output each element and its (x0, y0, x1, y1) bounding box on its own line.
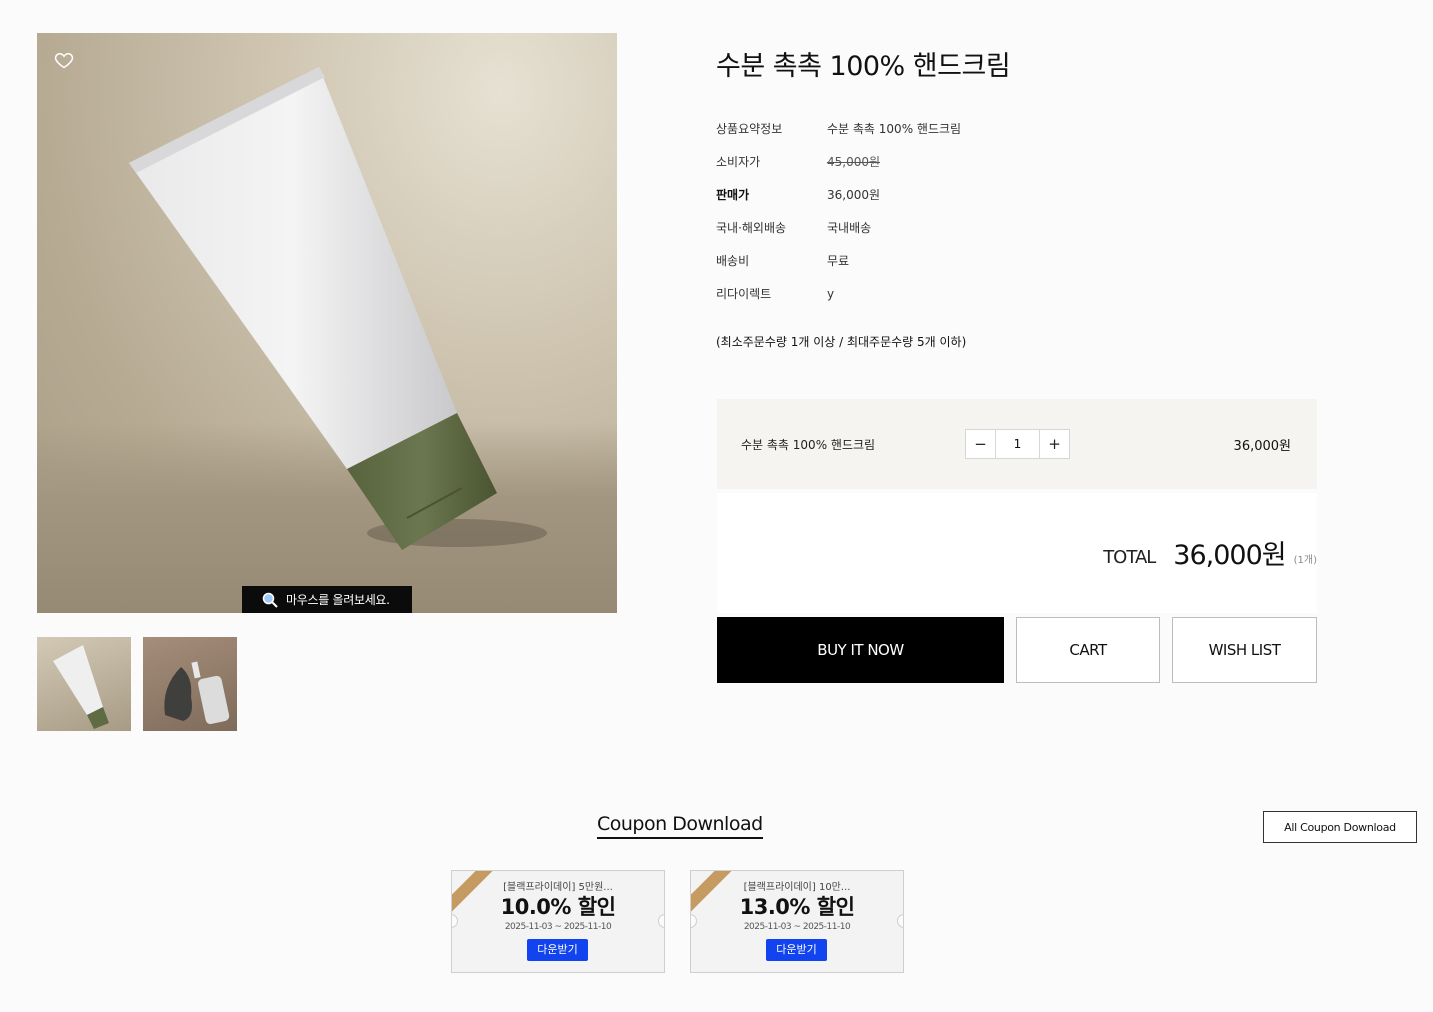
coupon-period: 2025-11-03 ~ 2025-11-10 (504, 922, 612, 932)
product-info-table: 상품요약정보 수분 촉촉 100% 핸드크림 소비자가 45,000원 판매가 … (716, 112, 961, 310)
quantity-plus-button[interactable]: + (1040, 430, 1069, 458)
thumbnail-tube-image (53, 645, 109, 729)
total-label: TOTAL (1103, 547, 1156, 568)
info-value: 무료 (827, 254, 850, 268)
info-row-consumer-price: 소비자가 45,000원 (716, 145, 961, 178)
quantity-input[interactable]: 1 (995, 430, 1040, 458)
coupon-rate: 10.0% 할인 (500, 895, 616, 919)
total-price: TOTAL 36,000원 (1개) (1103, 533, 1317, 572)
info-value: 45,000원 (827, 155, 881, 169)
info-row-sale-price: 판매가 36,000원 (716, 178, 961, 211)
hand-cream-tube-image (129, 67, 547, 550)
info-value: 국내배송 (827, 221, 872, 235)
all-coupon-download-button[interactable]: All Coupon Download (1263, 811, 1417, 843)
info-row-shipping-type: 국내·해외배송 국내배송 (716, 211, 961, 244)
order-limit-note: (최소주문수량 1개 이상 / 최대주문수량 5개 이하) (716, 335, 967, 349)
info-key: 판매가 (716, 188, 750, 202)
cart-button[interactable]: CART (1016, 617, 1160, 683)
wishlist-heart-icon[interactable] (54, 50, 74, 70)
info-row-redirect: 리다이렉트 y (716, 277, 961, 310)
info-key: 리다이렉트 (716, 287, 772, 301)
coupon-download-button[interactable]: 다운받기 (527, 939, 588, 961)
coupon-rate: 13.0% 할인 (739, 895, 855, 919)
main-product-image[interactable]: 마우스를 올려보세요. (37, 33, 617, 613)
option-name: 수분 촉촉 100% 핸드크림 (741, 437, 876, 452)
wish-list-button[interactable]: WISH LIST (1172, 617, 1317, 683)
action-buttons: BUY IT NOW CART WISH LIST (717, 617, 1317, 683)
info-key: 국내·해외배송 (716, 221, 787, 235)
thumbnail-2[interactable] (143, 637, 237, 731)
info-value: 수분 촉촉 100% 핸드크림 (827, 122, 962, 136)
option-price: 36,000원 (1233, 438, 1291, 454)
total-amount: 36,000원 (1173, 540, 1286, 571)
info-key: 소비자가 (716, 155, 761, 169)
info-value: y (827, 286, 835, 301)
info-key: 배송비 (716, 254, 750, 268)
info-row-summary: 상품요약정보 수분 촉촉 100% 핸드크림 (716, 112, 961, 145)
thumbnail-bottle-image (164, 661, 230, 724)
selected-option-box: 수분 촉촉 100% 핸드크림 − 1 + 36,000원 (717, 399, 1317, 489)
coupon-download-button[interactable]: 다운받기 (766, 939, 827, 961)
product-detail-page: 마우스를 올려보세요. 수분 촉촉 100% 핸드크림 상품요약정보 수분 촉촉… (0, 0, 1433, 1012)
info-row-shipping-fee: 배송비 무료 (716, 244, 961, 277)
buy-now-button[interactable]: BUY IT NOW (717, 617, 1004, 683)
quantity-minus-button[interactable]: − (966, 430, 995, 458)
quantity-stepper: − 1 + (965, 429, 1070, 459)
coupon-card: [블랙프라이데이] 10만... 13.0% 할인 2025-11-03 ~ 2… (690, 870, 904, 973)
info-value: 36,000원 (827, 188, 881, 202)
coupon-section-title: Coupon Download (597, 813, 763, 839)
coupon-card: [블랙프라이데이] 5만원... 10.0% 할인 2025-11-03 ~ 2… (451, 870, 665, 973)
total-count: (1개) (1293, 555, 1317, 566)
coupon-period: 2025-11-03 ~ 2025-11-10 (743, 922, 851, 932)
info-key: 상품요약정보 (716, 122, 783, 136)
total-box: TOTAL 36,000원 (1개) (717, 493, 1317, 613)
magnifier-icon (262, 592, 278, 608)
zoom-hint: 마우스를 올려보세요. (242, 586, 412, 613)
thumbnail-1[interactable] (37, 637, 131, 731)
zoom-hint-text: 마우스를 올려보세요. (286, 593, 390, 607)
product-title: 수분 촉촉 100% 핸드크림 (716, 51, 1011, 82)
